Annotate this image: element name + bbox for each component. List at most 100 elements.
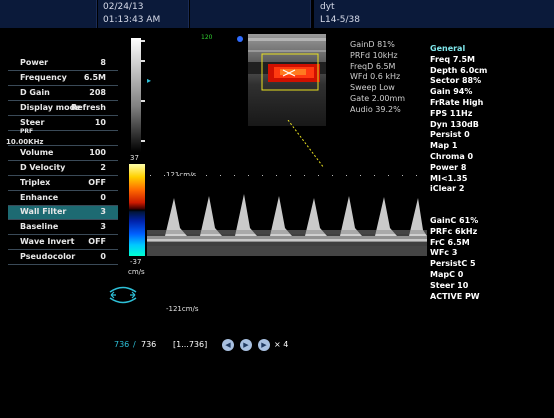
color-param: ACTIVE PW xyxy=(430,291,480,301)
bmode-image xyxy=(248,34,326,126)
doppler-param: Gate 2.00mm xyxy=(350,93,406,103)
control-label: Wall Filter xyxy=(20,207,67,216)
velocity-scale-bottom: -121cm/s xyxy=(166,305,199,313)
doppler-param: FreqD 6.5M xyxy=(350,61,396,71)
general-param: FrRate High xyxy=(430,97,484,107)
prf-value: 10.00KHz xyxy=(6,138,44,146)
scale-pointer-icon: ▸ xyxy=(147,76,152,85)
colorbar-min-label: -37 xyxy=(130,258,142,266)
color-param: WFc 3 xyxy=(430,248,458,258)
baseline-shift-icon[interactable] xyxy=(106,283,140,307)
color-param: Steer 10 xyxy=(430,280,469,290)
grayscale-bar-notch xyxy=(141,40,145,42)
control-value: OFF xyxy=(88,237,106,246)
control-wave-invert[interactable]: Wave Invert OFF xyxy=(8,236,118,250)
doppler-params: GainD 81% PRFd 10kHz FreqD 6.5M WFd 0.6 … xyxy=(350,40,405,116)
play-reverse-icon[interactable]: ◀ xyxy=(222,339,234,351)
general-param: Gain 94% xyxy=(430,87,473,97)
control-label: Wave Invert xyxy=(20,237,75,246)
control-triplex[interactable]: Triplex OFF xyxy=(8,177,118,191)
control-value: 100 xyxy=(89,148,106,157)
header-time: 01:13:43 AM xyxy=(103,15,161,25)
playback-speed[interactable]: × 4 xyxy=(274,340,288,349)
frame-current: 736 xyxy=(114,340,130,349)
doppler-param: WFd 0.6 kHz xyxy=(350,72,401,82)
general-param: Persist 0 xyxy=(430,130,470,140)
control-label: Frequency xyxy=(20,73,67,82)
control-power[interactable]: Power 8 xyxy=(8,57,118,71)
control-value: 3 xyxy=(100,207,106,216)
general-param: Chroma 0 xyxy=(430,151,474,161)
grayscale-bar-notch xyxy=(141,140,145,142)
play-forward-icon[interactable]: ▶ xyxy=(258,339,270,351)
play-icon[interactable]: ▶ xyxy=(240,339,252,351)
color-param: PersistC 5 xyxy=(430,259,476,269)
header-user: dyt xyxy=(320,2,335,12)
control-value: 8 xyxy=(100,58,106,67)
spectral-doppler-waveform xyxy=(147,176,427,306)
general-params: General Freq 7.5M Depth 6.0cm Sector 88%… xyxy=(430,44,487,195)
grayscale-bar-notch xyxy=(141,60,145,62)
control-label: Triplex xyxy=(20,178,51,187)
control-value: Refresh xyxy=(71,103,106,112)
grayscale-bar-notch xyxy=(141,100,145,102)
color-param: MapC 0 xyxy=(430,269,464,279)
header-date: 02/24/13 xyxy=(103,2,144,12)
control-value: 2 xyxy=(100,163,106,172)
control-enhance[interactable]: Enhance 0 xyxy=(8,192,118,206)
general-param: iClear 2 xyxy=(430,184,465,194)
general-param: Map 1 xyxy=(430,141,458,151)
control-value: OFF xyxy=(88,178,106,187)
doppler-cursor-line xyxy=(287,120,325,169)
control-d-velocity[interactable]: D Velocity 2 xyxy=(8,162,118,176)
header-left-cell xyxy=(0,0,97,28)
control-label: D Velocity xyxy=(20,163,66,172)
control-label: Steer xyxy=(20,118,45,127)
frame-separator: / xyxy=(133,340,136,349)
general-param: FPS 11Hz xyxy=(430,108,473,118)
general-param: Dyn 130dB xyxy=(430,119,479,129)
control-label: Enhance xyxy=(20,193,59,202)
control-value: 208 xyxy=(89,88,106,97)
general-title: General xyxy=(430,44,466,53)
color-params: GainC 61% PRFc 6kHz FrC 6.5M WFc 3 Persi… xyxy=(430,216,480,302)
control-value: 0 xyxy=(100,193,106,202)
control-display-mode[interactable]: Display mode Refresh xyxy=(8,102,118,116)
frame-total: 736 xyxy=(141,340,157,349)
color-param: FrC 6.5M xyxy=(430,237,470,247)
control-volume[interactable]: Volume 100 xyxy=(8,147,118,161)
control-label: Baseline xyxy=(20,222,59,231)
control-label: D Gain xyxy=(20,88,50,97)
doppler-param: Sweep Low xyxy=(350,83,395,93)
control-frequency[interactable]: Frequency 6.5M xyxy=(8,72,118,86)
colorbar-unit: cm/s xyxy=(128,268,145,276)
control-label: PRF xyxy=(20,128,34,135)
control-pseudocolor[interactable]: Pseudocolor 0 xyxy=(8,251,118,265)
doppler-param: Audio 39.2% xyxy=(350,104,401,114)
focus-indicator xyxy=(237,36,243,42)
control-value: 10 xyxy=(94,118,106,127)
colorbar-max-label: 37 xyxy=(130,154,139,162)
general-param: Power 8 xyxy=(430,162,467,172)
frame-range: [1...736] xyxy=(173,340,208,349)
control-d-gain[interactable]: D Gain 208 xyxy=(8,87,118,101)
control-value: 0 xyxy=(100,252,106,261)
color-velocity-bar xyxy=(129,164,145,256)
control-label: Volume xyxy=(20,148,54,157)
header-probe: L14-5/38 xyxy=(320,15,360,25)
control-baseline[interactable]: Baseline 3 xyxy=(8,221,118,235)
color-param: PRFc 6kHz xyxy=(430,226,478,236)
control-value: 3 xyxy=(100,222,106,231)
general-param: MI<1.35 xyxy=(430,173,468,183)
general-param: Depth 6.0cm xyxy=(430,65,488,75)
grayscale-bar xyxy=(131,38,141,152)
doppler-param: PRFd 10kHz xyxy=(350,50,398,60)
general-param: Freq 7.5M xyxy=(430,54,475,64)
control-value: 6.5M xyxy=(83,73,106,82)
control-label: Power xyxy=(20,58,49,67)
doppler-param: GainD 81% xyxy=(350,40,395,49)
control-wall-filter[interactable]: Wall Filter 3 xyxy=(8,206,118,220)
depth-marker: 120 xyxy=(201,34,213,41)
color-param: GainC 61% xyxy=(430,216,479,225)
control-label: Pseudocolor xyxy=(20,252,76,261)
